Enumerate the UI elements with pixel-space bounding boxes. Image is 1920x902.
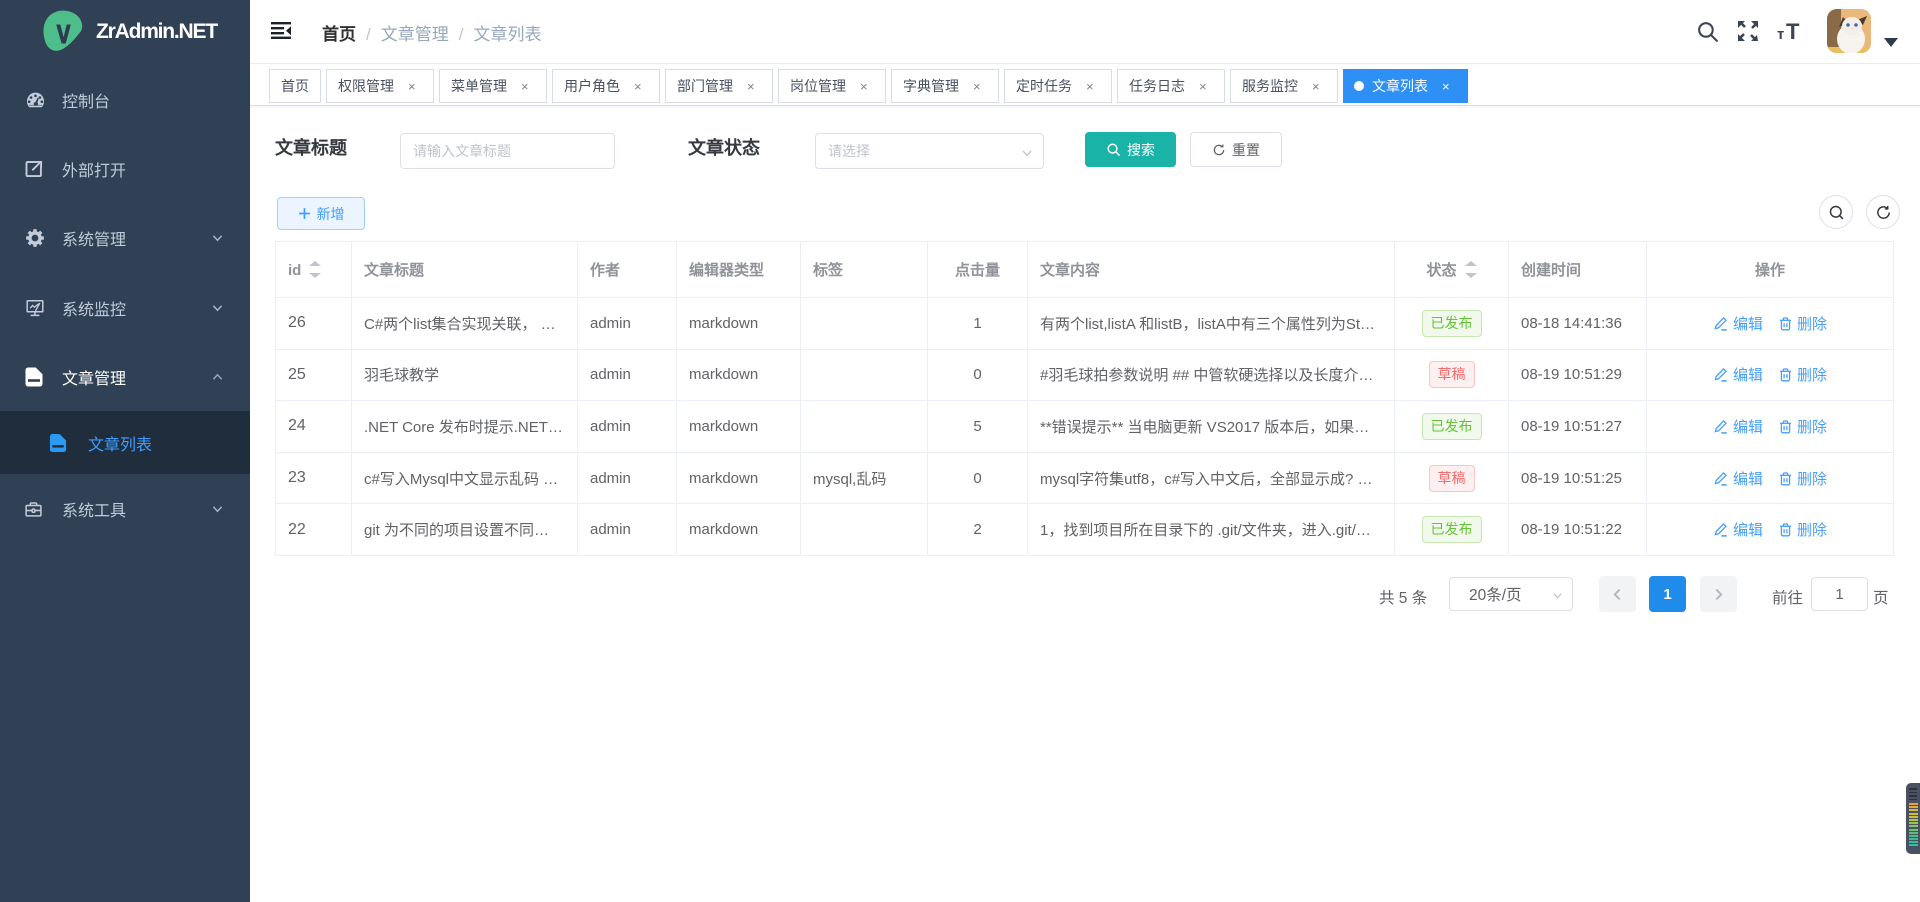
svg-text:т: т — [1777, 26, 1784, 43]
svg-text:T: T — [1786, 20, 1800, 44]
